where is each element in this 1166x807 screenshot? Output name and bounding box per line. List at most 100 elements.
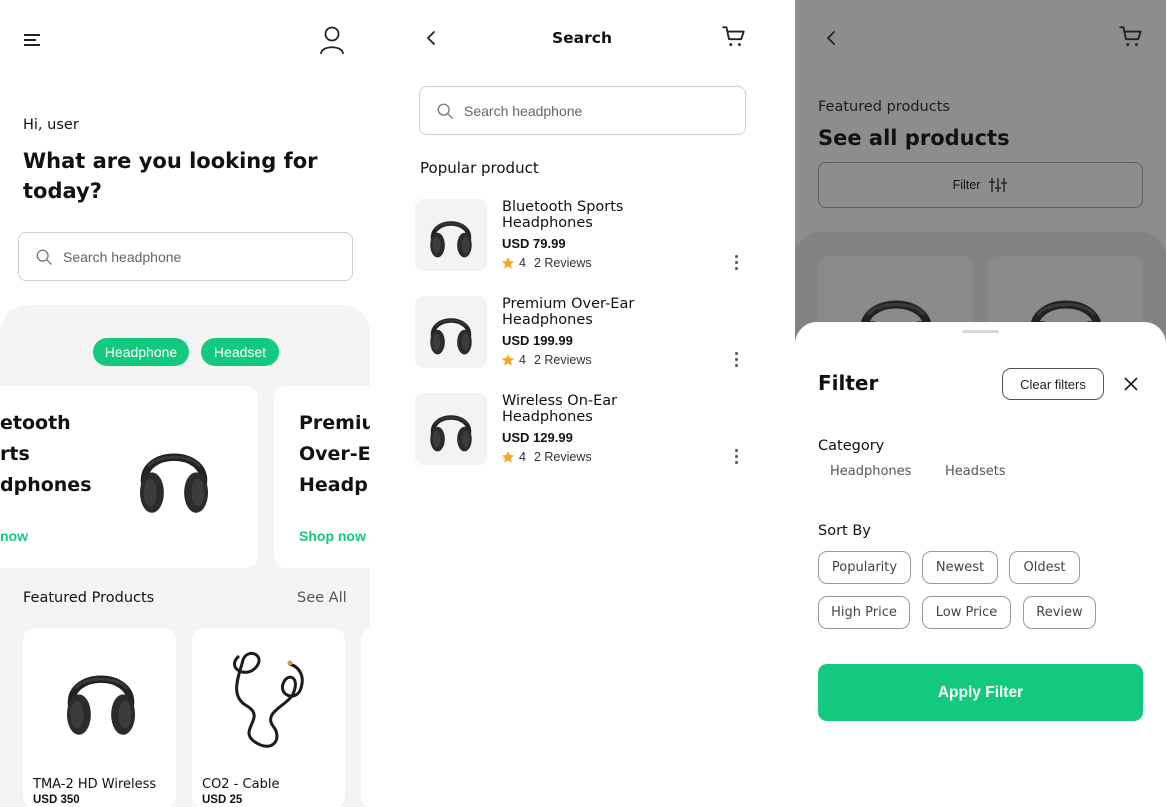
product-price: USD 25	[202, 794, 243, 806]
featured-title: Featured Products	[23, 590, 155, 606]
banner-title: etooth rts dphones	[0, 408, 92, 501]
page-title: Search	[551, 29, 612, 47]
product-card[interactable]	[361, 628, 370, 807]
back-icon[interactable]	[825, 30, 837, 50]
chip-headset[interactable]: Headset	[201, 338, 279, 366]
search-icon	[35, 248, 53, 266]
menu-icon[interactable]	[24, 34, 40, 46]
sliders-icon	[989, 178, 1008, 192]
product-name: TMA-2 HD Wireless	[33, 777, 157, 792]
banner-title-line: rts	[0, 443, 30, 465]
rating-value: 4	[519, 353, 526, 367]
clear-filters-button[interactable]: Clear filters	[1002, 368, 1104, 400]
headphone-image	[423, 301, 479, 363]
sort-option-low-price[interactable]: Low Price	[922, 596, 1011, 629]
section-title: See all products	[818, 126, 1010, 150]
filter-button-label: Filter	[952, 178, 981, 192]
product-name: Bluetooth Sports Headphones	[502, 199, 623, 231]
cable-image	[233, 651, 304, 748]
search-screen: Search Search headphone Popular product …	[397, 0, 767, 807]
product-thumbnail	[415, 296, 487, 368]
banner-title: Premiu Over-E Headp	[299, 408, 370, 501]
sort-option-review[interactable]: Review	[1023, 596, 1096, 629]
product-price: USD 129.99	[502, 430, 573, 445]
category-option[interactable]: Headphones	[830, 464, 911, 479]
product-name-line: Headphones	[502, 215, 593, 231]
search-icon	[436, 102, 454, 120]
profile-icon[interactable]	[317, 24, 347, 56]
more-options-icon[interactable]	[735, 255, 739, 273]
banner-cta[interactable]: now	[0, 528, 28, 544]
list-item[interactable]: Wireless On-Ear Headphones USD 129.99 4 …	[415, 390, 755, 470]
sort-title: Sort By	[818, 523, 871, 539]
filter-screen: Featured products See all products Filte…	[795, 0, 1166, 807]
search-placeholder: Search headphone	[63, 248, 182, 265]
category-option[interactable]: Headsets	[945, 464, 1006, 479]
product-thumbnail	[415, 393, 487, 465]
product-name: CO2 - Cable	[202, 777, 280, 792]
sort-option-high-price[interactable]: High Price	[818, 596, 910, 629]
banner-card[interactable]: Premiu Over-E Headp Shop now	[274, 386, 370, 568]
product-price: USD 79.99	[502, 236, 566, 251]
headline: What are you looking for today?	[23, 149, 318, 203]
category-title: Category	[818, 438, 885, 454]
headphone-image	[423, 398, 479, 460]
home-screen: Hi, user What are you looking for today?…	[0, 0, 370, 807]
headphone-image	[423, 204, 479, 266]
headphone-image	[55, 646, 147, 750]
product-price: USD 350	[33, 794, 80, 806]
list-item[interactable]: Premium Over-Ear Headphones USD 199.99 4…	[415, 293, 755, 373]
filter-button[interactable]: Filter	[818, 162, 1143, 208]
product-name-line: Headphones	[502, 409, 593, 425]
chip-headphone[interactable]: Headphone	[93, 338, 189, 366]
sort-option-oldest[interactable]: Oldest	[1009, 551, 1080, 584]
banner-title-line: dphones	[0, 474, 92, 496]
popular-title: Popular product	[420, 159, 539, 177]
list-item[interactable]: Bluetooth Sports Headphones USD 79.99 4 …	[415, 196, 755, 276]
more-options-icon[interactable]	[735, 449, 739, 467]
star-icon	[501, 353, 515, 367]
greeting: Hi, user	[23, 117, 79, 133]
product-rating: 4 2 Reviews	[501, 256, 592, 270]
cart-icon[interactable]	[1118, 24, 1144, 54]
banner-cta[interactable]: Shop now	[299, 528, 366, 544]
sort-option-popularity[interactable]: Popularity	[818, 551, 911, 584]
filter-sheet: Filter Clear filters Category Headphones…	[795, 322, 1166, 807]
product-name-line: Headphones	[502, 312, 593, 328]
apply-filter-button[interactable]: Apply Filter	[818, 664, 1143, 721]
cart-icon[interactable]	[721, 24, 747, 54]
product-card[interactable]: CO2 - Cable USD 25	[192, 628, 345, 807]
product-thumbnail	[415, 199, 487, 271]
product-name: Wireless On-Ear Headphones	[502, 393, 617, 425]
product-name-line: Wireless On-Ear	[502, 393, 618, 409]
review-count: 2 Reviews	[533, 450, 592, 464]
banner-title-line: Over-E	[299, 443, 370, 465]
see-all-link[interactable]: See All	[297, 590, 347, 606]
product-rating: 4 2 Reviews	[501, 353, 592, 367]
rating-value: 4	[519, 450, 526, 464]
search-input[interactable]: Search headphone	[419, 86, 746, 135]
search-input[interactable]: Search headphone	[18, 232, 353, 281]
headphone-image	[128, 424, 220, 528]
product-price: USD 199.99	[502, 333, 573, 348]
banner-title-line: Headp	[299, 474, 368, 496]
product-name-line: Premium Over-Ear	[502, 296, 635, 312]
product-rating: 4 2 Reviews	[501, 450, 592, 464]
sheet-title: Filter	[818, 371, 879, 395]
banner-card[interactable]: etooth rts dphones now	[0, 386, 258, 568]
review-count: 2 Reviews	[533, 256, 592, 270]
close-icon[interactable]	[1124, 376, 1138, 395]
product-name-line: Bluetooth Sports	[502, 199, 624, 215]
product-name: Premium Over-Ear Headphones	[502, 296, 634, 328]
section-subtitle: Featured products	[818, 99, 950, 115]
product-card[interactable]: TMA-2 HD Wireless USD 350	[23, 628, 176, 807]
search-placeholder: Search headphone	[464, 102, 583, 119]
star-icon	[501, 450, 515, 464]
sort-option-newest[interactable]: Newest	[922, 551, 998, 584]
rating-value: 4	[519, 256, 526, 270]
banner-title-line: etooth	[0, 412, 71, 434]
sheet-handle[interactable]	[962, 330, 999, 333]
banner-title-line: Premiu	[299, 412, 370, 434]
review-count: 2 Reviews	[533, 353, 592, 367]
more-options-icon[interactable]	[735, 352, 739, 370]
